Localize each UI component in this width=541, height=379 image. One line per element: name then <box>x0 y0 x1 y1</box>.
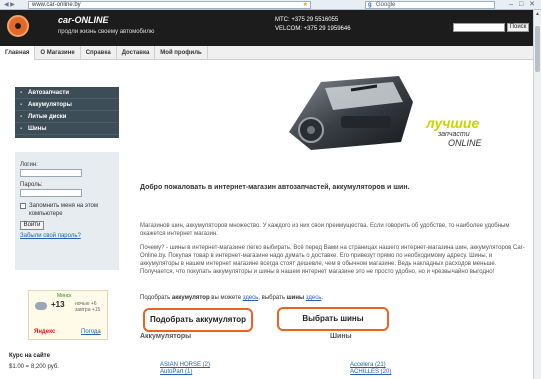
category-menu: Автозапчасти Аккумуляторы Литые диски Ши… <box>15 87 119 138</box>
category-rims[interactable]: Литые диски <box>15 111 119 123</box>
phone-numbers: МТС: +375 29 5516055 VELCOM: +375 29 195… <box>275 16 351 34</box>
nav-home[interactable]: Главная <box>0 46 36 60</box>
weather-temp: +13 <box>51 300 65 309</box>
back-forward-icon[interactable]: ◀ ▶ <box>4 1 26 9</box>
hero-slogan: лучшие запчасти ONLINE <box>426 116 506 148</box>
bookmark-star-icon[interactable]: ★ <box>303 2 308 8</box>
nav-help[interactable]: Справка <box>81 46 117 60</box>
weather-forecast: ночью +6 завтра +15 <box>75 301 100 313</box>
brand-text: car-ONLINE <box>58 15 109 25</box>
cloud-icon <box>35 302 47 310</box>
slogan-line-3: ONLINE <box>448 138 482 148</box>
choose-mid: вы можете <box>211 295 242 301</box>
category-batteries[interactable]: Аккумуляторы <box>15 99 119 111</box>
password-input[interactable] <box>20 189 82 197</box>
welcome-heading: Добро пожаловать в интернет-магазин авто… <box>140 184 410 191</box>
forgot-password-link[interactable]: Забыли свой пароль? <box>20 233 114 239</box>
battery-brand-item[interactable]: AutoPart (1) <box>160 369 210 376</box>
tire-brand-item[interactable]: ACHILLES (20) <box>350 369 391 376</box>
left-sidebar: Автозапчасти Аккумуляторы Литые диски Ши… <box>0 60 126 379</box>
tagline: продли жизнь своему автомобилю <box>58 29 155 35</box>
browser-toolbar: ◀ ▶ www.car-online.by ★ g Google – □ ✕ <box>0 0 541 10</box>
batteries-column-title: Аккумуляторы <box>140 333 192 340</box>
tire-brand-item[interactable]: Accelera (21) <box>350 362 391 369</box>
remember-label: Запомнить меня на этом компьютере <box>29 203 98 217</box>
weather-city: Минск <box>57 293 72 299</box>
remember-me: Запомнить меня на этом компьютере <box>20 202 114 218</box>
window-controls[interactable]: – □ ✕ <box>509 0 537 9</box>
slogan-line-1: лучшие <box>426 115 480 131</box>
scroll-up-icon[interactable]: ▲ <box>534 10 541 18</box>
address-url: www.car-online.by <box>32 2 81 8</box>
browser-search-input[interactable]: g Google <box>365 1 495 9</box>
browser-search-placeholder: Google <box>376 2 396 8</box>
tires-here-link[interactable]: здесь <box>306 295 322 301</box>
nav-profile[interactable]: Мой профиль <box>155 46 208 60</box>
logo-icon[interactable] <box>7 15 29 37</box>
choose-line: Подобрать аккумулятор вы можете здесь, в… <box>140 295 324 301</box>
google-icon: g <box>368 2 372 8</box>
choose-battery-word: аккумулятор <box>171 295 210 301</box>
nav-delivery[interactable]: Доставка <box>117 46 156 60</box>
tire-brand-list: Accelera (21) ACHILLES (20) <box>350 362 391 376</box>
site-search-input[interactable] <box>453 23 505 32</box>
select-tires-button[interactable]: Выбрать шины <box>277 307 389 331</box>
why-paragraph: Почему? - шины в интернет-магазине легко… <box>140 245 525 275</box>
category-tires[interactable]: Шины <box>15 123 119 135</box>
login-form: Логин: Пароль: Запомнить меня на этом ко… <box>15 152 119 270</box>
tires-column-title: Шины <box>330 333 352 340</box>
battery-brand-list: ASIAN HORSE (2) AutoPart (1) <box>160 362 210 376</box>
weather-widget[interactable]: Минск +13 ночью +6 завтра +15 Яндекс Пог… <box>28 290 108 340</box>
site-header: car-ONLINE продли жизнь своему автомобил… <box>0 10 533 46</box>
battery-brand-item[interactable]: ASIAN HORSE (2) <box>160 362 210 369</box>
search-button[interactable]: Поиск <box>507 23 529 32</box>
phone-mts: МТС: +375 29 5516055 <box>275 17 339 23</box>
yandex-logo[interactable]: Яндекс <box>34 329 55 335</box>
brand-logo[interactable]: car-ONLINE <box>58 15 120 25</box>
battery-here-link[interactable]: здесь <box>243 295 259 301</box>
nav-about[interactable]: О Магазине <box>35 46 81 60</box>
address-bar[interactable]: www.car-online.by ★ <box>28 1 311 9</box>
exchange-rate-title: Курс на сайте <box>9 353 50 359</box>
engine-image <box>289 76 413 150</box>
intro-paragraph: Магазинов шин, аккумуляторов множество. … <box>140 223 510 237</box>
scroll-thumb[interactable] <box>535 26 540 72</box>
choose-prefix: Подобрать <box>140 295 171 301</box>
login-input[interactable] <box>20 169 82 177</box>
login-label: Логин: <box>20 162 38 168</box>
choose-tires-word: шины <box>286 295 305 301</box>
top-navigation: Главная О Магазине Справка Доставка Мой … <box>0 46 533 60</box>
choose-mid-2: , выбрать <box>258 295 285 301</box>
page-scrollbar[interactable]: ▲ <box>533 10 541 379</box>
password-label: Пароль: <box>20 182 43 188</box>
login-button[interactable]: Войти <box>20 221 44 230</box>
hero-banner: лучшие запчасти ONLINE <box>126 60 533 172</box>
category-auto-parts[interactable]: Автозапчасти <box>15 87 119 99</box>
weather-link[interactable]: Погода <box>81 329 101 335</box>
exchange-rate-value: $1.00 = 8,200 руб. <box>9 364 59 370</box>
weather-tomorrow: завтра +15 <box>75 307 101 313</box>
phone-velcom: VELCOM: +375 29 1959646 <box>275 26 351 32</box>
select-battery-button[interactable]: Подобрать аккумулятор <box>143 308 253 332</box>
remember-checkbox[interactable] <box>20 203 26 209</box>
